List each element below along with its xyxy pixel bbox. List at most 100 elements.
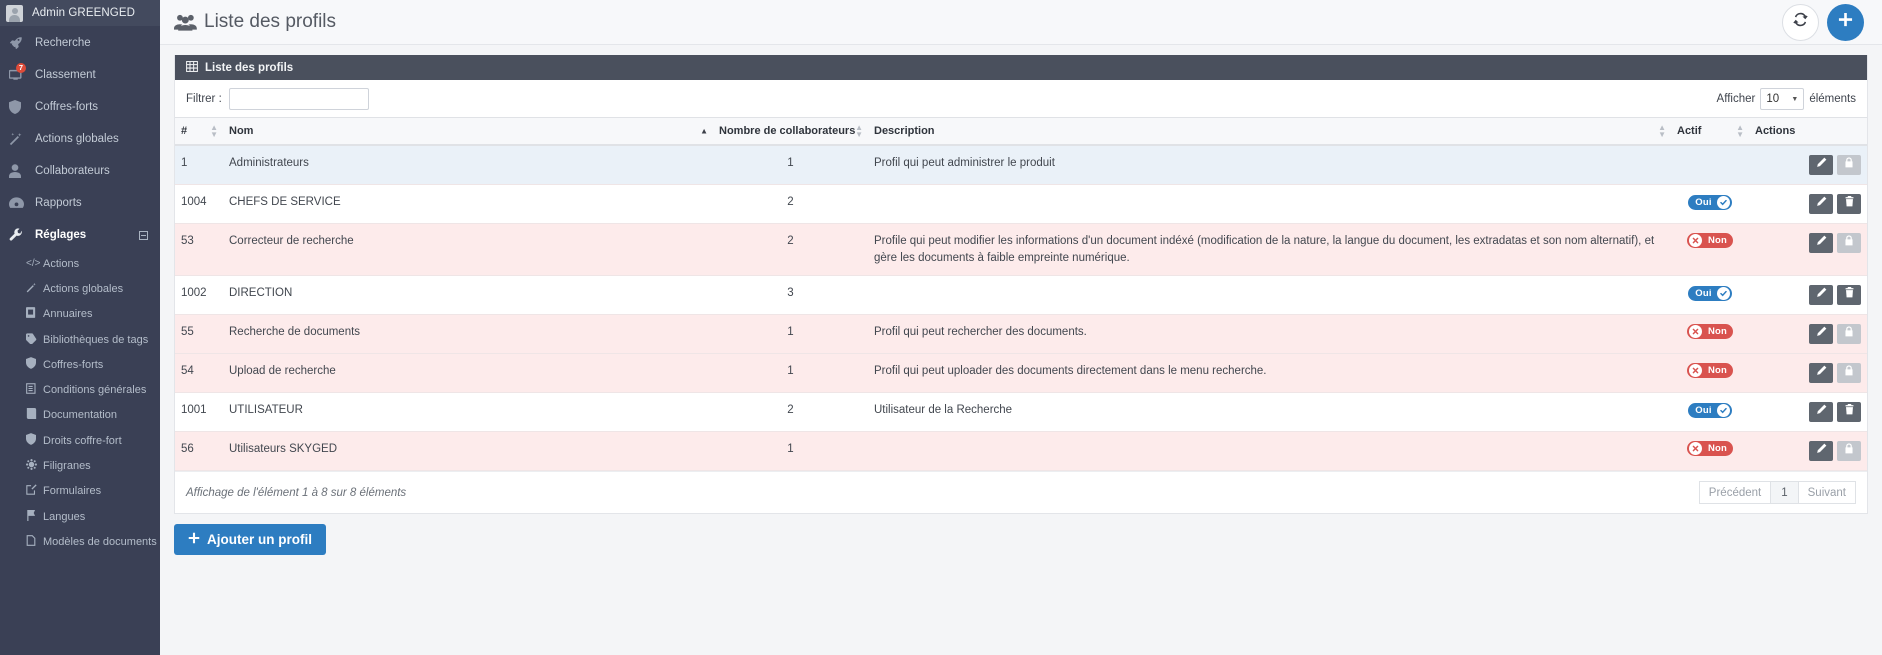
pencil-icon: [1816, 235, 1827, 252]
status-badge-oui[interactable]: Oui: [1688, 286, 1732, 302]
lock-row-button[interactable]: [1837, 441, 1861, 462]
filter-input[interactable]: [228, 88, 369, 110]
sidebar-subnav-reglages: </> Actions Actions globales Annuaires B…: [0, 251, 160, 555]
sidebar-subitem-coffres-forts[interactable]: Coffres-forts: [0, 352, 160, 377]
column-header-description[interactable]: Description ▲ ▼: [868, 117, 1671, 146]
lock-row-button[interactable]: [1837, 155, 1861, 175]
page-title: Liste des profils: [204, 11, 337, 32]
sidebar-subitem-bibliotheques-de-tags[interactable]: Bibliothèques de tags: [0, 327, 160, 352]
sidebar-item-rapports[interactable]: Rapports: [0, 187, 160, 219]
pagination-page-1[interactable]: 1: [1770, 481, 1799, 505]
lock-row-button[interactable]: [1837, 324, 1861, 345]
edit-row-button[interactable]: [1809, 155, 1833, 175]
lock-row-button[interactable]: [1837, 363, 1861, 384]
sidebar-item-actions-globales[interactable]: Actions globales: [0, 123, 160, 155]
status-badge-oui[interactable]: Oui: [1688, 403, 1732, 419]
sidebar-subitem-filigranes[interactable]: Filigranes: [0, 453, 160, 478]
status-badge-label: Oui: [1695, 197, 1712, 208]
delete-row-button[interactable]: [1837, 194, 1861, 214]
sidebar-item-recherche[interactable]: Recherche: [0, 27, 160, 59]
cell-nb-collaborateurs: 2: [713, 392, 868, 433]
status-badge-oui[interactable]: Oui: [1688, 195, 1732, 210]
sidebar-item-label: Classement: [35, 69, 96, 81]
add-profile-button[interactable]: Ajouter un profil: [174, 524, 326, 556]
content-header: Liste des profils: [160, 0, 1882, 45]
status-badge-non[interactable]: Non: [1686, 363, 1734, 379]
add-button-header[interactable]: [1827, 3, 1864, 41]
sidebar-item-classement[interactable]: 7 Classement: [0, 59, 160, 91]
edit-row-button[interactable]: [1809, 194, 1833, 214]
sidebar-subitem-formulaires[interactable]: Formulaires: [0, 479, 160, 504]
pagination-next[interactable]: Suivant: [1797, 481, 1856, 505]
status-badge-label: Non: [1707, 235, 1728, 246]
check-icon: [1716, 196, 1730, 209]
sidebar-subitem-modeles-de-documents[interactable]: Modèles de documents: [0, 529, 160, 554]
sidebar-subitem-label: Coffres-forts: [43, 358, 104, 371]
edit-row-button[interactable]: [1809, 324, 1833, 345]
cell-actif: Oui: [1671, 275, 1749, 316]
add-profile-label: Ajouter un profil: [207, 532, 312, 548]
cell-actif: [1671, 145, 1749, 185]
edit-row-button[interactable]: [1809, 233, 1833, 253]
cell-nom: UTILISATEUR: [223, 392, 713, 433]
cell-actif: Oui: [1671, 184, 1749, 224]
sidebar-subitem-droits-coffre-fort[interactable]: Droits coffre-fort: [0, 428, 160, 453]
sidebar-subitem-annuaires[interactable]: Annuaires: [0, 302, 160, 327]
collapse-toggle-icon[interactable]: [139, 230, 148, 240]
book-icon: [26, 408, 41, 422]
edit-row-button[interactable]: [1809, 285, 1833, 306]
pencil-icon: [1816, 365, 1827, 382]
cell-nb-collaborateurs: 1: [713, 353, 868, 394]
cell-description: Profile qui peut modifier les informatio…: [868, 223, 1671, 277]
sidebar-subitem-conditions-generales[interactable]: Conditions générales: [0, 377, 160, 402]
sidebar-subitem-documentation[interactable]: Documentation: [0, 403, 160, 428]
status-badge-non[interactable]: Non: [1686, 324, 1734, 340]
cell-actions: [1749, 184, 1867, 224]
status-badge-non[interactable]: Non: [1686, 233, 1734, 248]
cell-description: Utilisateur de la Recherche: [868, 392, 1671, 433]
sidebar-item-reglages[interactable]: Réglages: [0, 219, 160, 251]
cell-actif: Non: [1671, 431, 1749, 472]
chevron-down-icon: ▼: [1791, 95, 1799, 103]
cell-actions: [1749, 275, 1867, 316]
column-header-id[interactable]: # ▲ ▼: [175, 117, 223, 146]
sidebar-subitem-actions[interactable]: </> Actions: [0, 251, 160, 276]
table-row: 1001 UTILISATEUR 2 Utilisateur de la Recher…: [175, 392, 1867, 433]
column-label: Nombre de collaborateurs: [719, 125, 856, 137]
cell-actions: [1749, 353, 1867, 394]
cell-nb-collaborateurs: 2: [713, 184, 868, 224]
sidebar-item-label: Collaborateurs: [35, 165, 110, 177]
column-header-actif[interactable]: Actif ▲ ▼: [1671, 117, 1749, 146]
sidebar-item-collaborateurs[interactable]: Collaborateurs: [0, 155, 160, 187]
status-badge-label: Non: [1707, 443, 1728, 455]
delete-row-button[interactable]: [1837, 285, 1861, 306]
column-label: #: [181, 125, 188, 137]
cell-id: 55: [175, 314, 223, 355]
sidebar-item-label: Recherche: [35, 37, 91, 49]
sidebar-subitem-actions-globales[interactable]: Actions globales: [0, 276, 160, 301]
pagination-prev[interactable]: Précédent: [1698, 481, 1772, 505]
cell-id: 1002: [175, 275, 223, 316]
cell-nb-collaborateurs: 1: [713, 314, 868, 355]
lock-icon: [1844, 365, 1854, 382]
sidebar-username: Admin GREENGED: [32, 7, 136, 19]
refresh-button[interactable]: [1782, 3, 1819, 41]
column-header-nb-collaborateurs[interactable]: Nombre de collaborateurs ▲ ▼: [713, 117, 868, 146]
shield-icon: [26, 357, 41, 372]
column-header-nom[interactable]: Nom ▲: [223, 117, 713, 146]
lock-row-button[interactable]: [1837, 233, 1861, 253]
status-badge-non[interactable]: Non: [1686, 441, 1734, 457]
page-size-select[interactable]: 10 ▼: [1760, 88, 1805, 110]
table-row: 54 Upload de recherche 1 Profil qui peut up…: [175, 353, 1867, 394]
panel-title: Liste des profils: [205, 61, 294, 74]
cell-id: 1: [175, 145, 223, 185]
delete-row-button[interactable]: [1837, 402, 1861, 423]
sidebar-subitem-langues[interactable]: Langues: [0, 504, 160, 529]
edit-row-button[interactable]: [1809, 441, 1833, 462]
times-icon: [1688, 325, 1702, 339]
edit-row-button[interactable]: [1809, 363, 1833, 384]
sidebar-item-coffres-forts[interactable]: Coffres-forts: [0, 91, 160, 123]
user-icon: [9, 164, 28, 178]
edit-row-button[interactable]: [1809, 402, 1833, 423]
sidebar-user-panel[interactable]: Admin GREENGED: [0, 0, 160, 27]
